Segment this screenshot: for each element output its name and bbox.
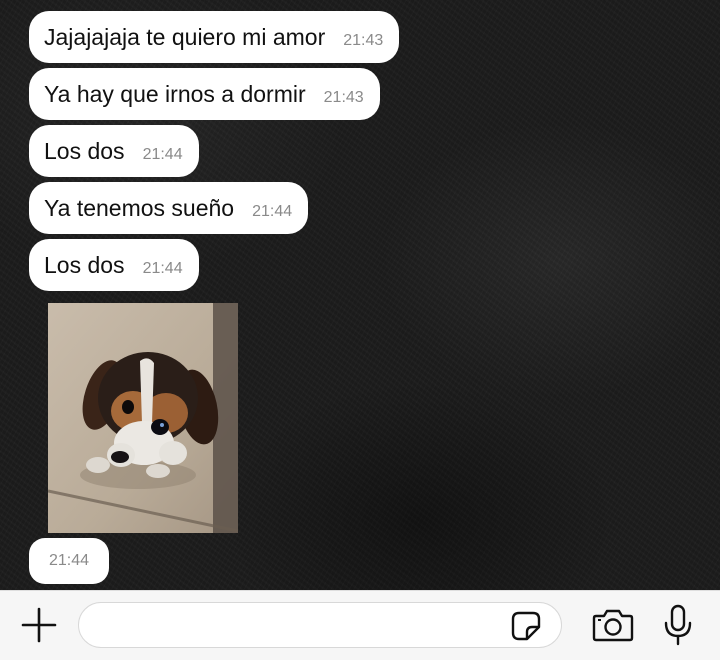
message-bubble[interactable]: Los dos 21:44	[29, 239, 199, 291]
message-time: 21:43	[323, 89, 364, 106]
message-bubble[interactable]: Los dos 21:44	[29, 125, 199, 177]
plus-icon[interactable]	[20, 606, 58, 644]
message-input[interactable]	[78, 602, 562, 648]
photo-time-bubble: 21:44	[29, 538, 109, 584]
message-text: Los dos	[44, 251, 125, 278]
message-bubble[interactable]: Ya tenemos sueño 21:44	[29, 182, 309, 234]
message-bubble[interactable]: Ya hay que irnos a dormir 21:43	[29, 68, 380, 120]
message-text: Ya hay que irnos a dormir	[44, 80, 306, 107]
message-time: 21:44	[252, 203, 293, 220]
message-text: Ya tenemos sueño	[44, 194, 235, 221]
message-time: 21:44	[48, 552, 90, 569]
message-time: 21:43	[343, 32, 384, 49]
microphone-icon[interactable]	[662, 603, 694, 647]
camera-icon[interactable]	[592, 606, 634, 644]
input-bar	[0, 590, 720, 660]
sticker-icon[interactable]	[510, 610, 542, 642]
puppy-photo[interactable]	[48, 303, 238, 533]
message-text: Los dos	[44, 137, 125, 164]
message-time: 21:44	[142, 146, 183, 163]
message-bubble[interactable]: Jajajajaja te quiero mi amor 21:43	[29, 11, 400, 63]
message-text: Jajajajaja te quiero mi amor	[44, 23, 326, 50]
message-time: 21:44	[142, 260, 183, 277]
